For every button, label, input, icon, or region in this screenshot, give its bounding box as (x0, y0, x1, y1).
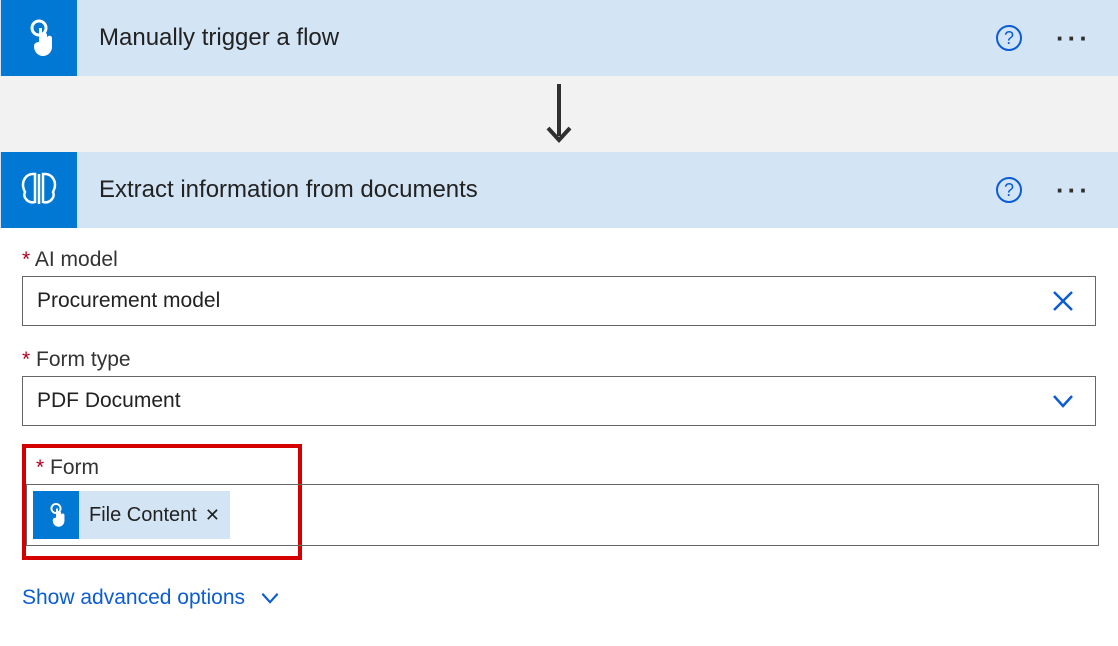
trigger-more-button[interactable]: ··· (1056, 23, 1091, 54)
form-type-select[interactable]: PDF Document (22, 376, 1096, 426)
file-content-token[interactable]: File Content ✕ (33, 491, 230, 539)
action-help-button[interactable]: ? (994, 175, 1024, 205)
flow-connector (0, 76, 1118, 152)
required-marker: * (36, 456, 44, 479)
form-type-label: * Form type (22, 348, 1096, 372)
touch-hand-icon (19, 18, 59, 58)
token-label: File Content (89, 504, 197, 527)
show-advanced-options-toggle[interactable]: Show advanced options (22, 586, 1096, 610)
flow-canvas: Manually trigger a flow ? ··· Extract in… (0, 0, 1118, 628)
ai-model-clear-button[interactable] (1045, 288, 1081, 314)
close-icon (1050, 288, 1076, 314)
svg-text:?: ? (1004, 28, 1014, 48)
required-marker: * (22, 248, 30, 271)
arrow-down-icon (544, 82, 574, 146)
trigger-step-title: Manually trigger a flow (77, 24, 994, 52)
form-input[interactable]: File Content ✕ (26, 484, 1099, 546)
ai-model-field: * AI model Procurement model (22, 248, 1096, 326)
chevron-down-icon (259, 587, 281, 609)
ai-model-value: Procurement model (37, 289, 220, 313)
chevron-down-icon (1050, 388, 1076, 414)
ai-brain-icon (17, 168, 61, 212)
token-remove-button[interactable]: ✕ (205, 505, 220, 526)
advanced-options-label: Show advanced options (22, 586, 245, 610)
form-field-highlight: * Form File Content (22, 444, 302, 560)
action-step-header[interactable]: Extract information from documents ? ··· (0, 152, 1118, 228)
help-icon: ? (995, 24, 1023, 52)
action-step-title: Extract information from documents (77, 176, 994, 204)
form-type-field: * Form type PDF Document (22, 348, 1096, 426)
form-field: * Form File Content (22, 444, 1096, 560)
ai-model-label: * AI model (22, 248, 1096, 272)
touch-hand-icon (43, 502, 69, 528)
trigger-step-icon (1, 0, 77, 76)
form-label: * Form (36, 456, 288, 480)
ai-model-input[interactable]: Procurement model (22, 276, 1096, 326)
trigger-help-button[interactable]: ? (994, 23, 1024, 53)
token-source-icon (33, 491, 79, 539)
action-more-button[interactable]: ··· (1056, 175, 1091, 206)
trigger-step-header[interactable]: Manually trigger a flow ? ··· (0, 0, 1118, 76)
form-label-text: Form (50, 456, 99, 479)
action-step-icon (1, 152, 77, 228)
ai-model-label-text: AI model (35, 248, 118, 271)
required-marker: * (22, 348, 30, 371)
help-icon: ? (995, 176, 1023, 204)
form-type-dropdown-button[interactable] (1045, 388, 1081, 414)
form-type-value: PDF Document (37, 389, 181, 413)
action-parameters-panel: * AI model Procurement model * Form type (0, 228, 1118, 628)
svg-text:?: ? (1004, 180, 1014, 200)
form-type-label-text: Form type (36, 348, 131, 371)
